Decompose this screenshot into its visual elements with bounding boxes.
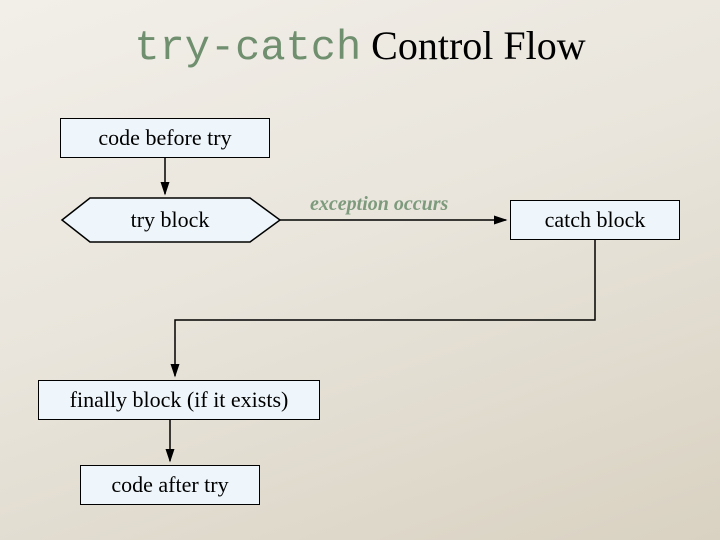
node-try-block: try block <box>90 207 250 233</box>
arrow-catch-to-finally <box>175 240 595 376</box>
node-code-before-try: code before try <box>60 118 270 158</box>
edge-label-text: exception occurs <box>310 193 448 215</box>
diamond-try-block-shape <box>0 0 720 540</box>
node-label: code after try <box>111 472 228 498</box>
node-catch-block: catch block <box>510 200 680 240</box>
edge-label-exception: exception occurs <box>310 193 448 216</box>
node-label: catch block <box>545 207 646 233</box>
node-finally-block: finally block (if it exists) <box>38 380 320 420</box>
page-title: try-catch Control Flow <box>0 22 720 72</box>
title-rest: Control Flow <box>361 23 585 68</box>
node-label: try block <box>131 207 210 232</box>
node-label: finally block (if it exists) <box>70 387 289 413</box>
flow-arrows <box>0 0 720 540</box>
node-code-after-try: code after try <box>80 465 260 505</box>
title-monospace: try-catch <box>134 24 361 72</box>
node-label: code before try <box>98 125 231 151</box>
